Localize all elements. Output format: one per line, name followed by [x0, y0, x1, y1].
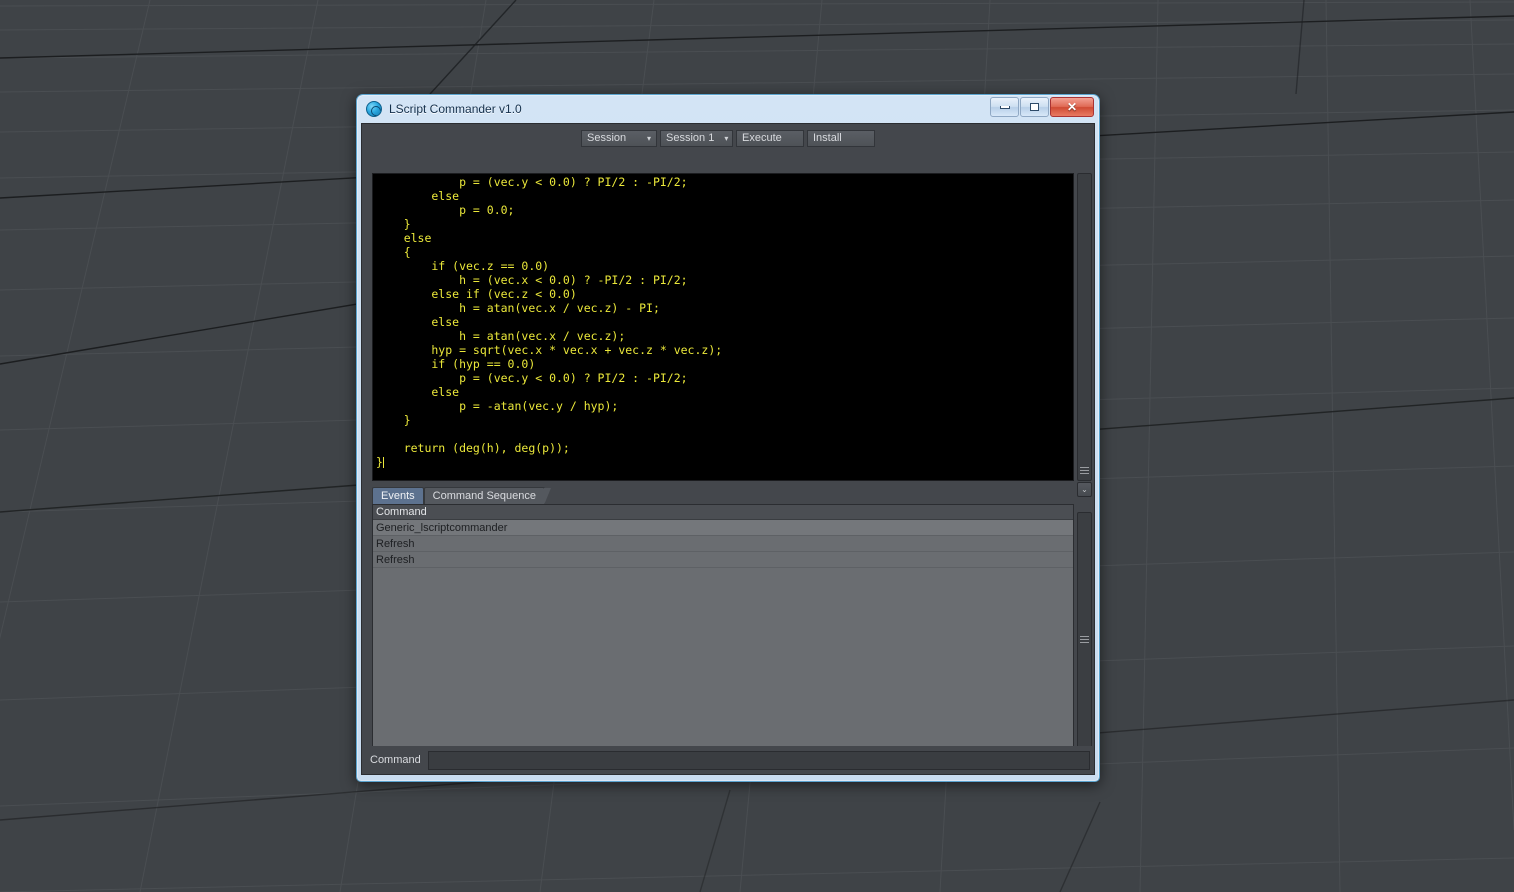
events-list-panel: Command Generic_lscriptcommander Refresh… — [372, 504, 1074, 767]
minimize-icon — [999, 105, 1010, 109]
window-controls: ✕ — [990, 97, 1094, 117]
window-titlebar[interactable]: LScript Commander v1.0 ✕ — [361, 95, 1095, 123]
session-select-dropdown[interactable]: Session 1 ▾ — [660, 129, 733, 147]
grip-lines-icon[interactable] — [1080, 634, 1089, 645]
script-editor-code[interactable]: p = (vec.y < 0.0) ? PI/2 : -PI/2; else p… — [373, 174, 1073, 469]
install-button[interactable]: Install — [807, 129, 875, 147]
toolbar: Session ▾ Session 1 ▾ Execute Install — [362, 124, 1094, 152]
chevron-down-icon: ▾ — [724, 133, 729, 143]
execute-button[interactable]: Execute — [736, 129, 804, 147]
column-header-command[interactable]: Command — [373, 505, 1073, 520]
editor-vertical-scrollbar[interactable] — [1077, 173, 1092, 481]
tab-command-sequence[interactable]: Command Sequence — [423, 487, 552, 505]
chevron-down-icon: ⌄ — [1081, 485, 1088, 494]
script-editor[interactable]: p = (vec.y < 0.0) ? PI/2 : -PI/2; else p… — [372, 173, 1074, 481]
window-title: LScript Commander v1.0 — [389, 102, 522, 116]
tab-events[interactable]: Events — [372, 487, 424, 504]
chevron-down-icon: ▾ — [646, 133, 651, 143]
editor-scroll-down-button[interactable]: ⌄ — [1077, 482, 1092, 497]
lscript-commander-window: LScript Commander v1.0 ✕ Session ▾ Sessi… — [356, 94, 1100, 782]
session-value: Session 1 — [666, 132, 715, 144]
command-label: Command — [370, 754, 421, 766]
close-button[interactable]: ✕ — [1050, 97, 1094, 117]
close-icon: ✕ — [1066, 100, 1078, 114]
command-input[interactable] — [427, 750, 1090, 770]
restore-button[interactable] — [1020, 97, 1049, 117]
list-item[interactable]: Generic_lscriptcommander — [373, 520, 1073, 536]
minimize-button[interactable] — [990, 97, 1019, 117]
session-type-dropdown[interactable]: Session ▾ — [581, 129, 657, 147]
command-bar: Command — [362, 746, 1094, 774]
lscript-spiral-icon — [366, 101, 382, 117]
session-type-value: Session — [587, 132, 627, 144]
list-item[interactable]: Refresh — [373, 536, 1073, 552]
restore-icon — [1030, 103, 1039, 111]
grip-lines-icon[interactable] — [1080, 465, 1089, 476]
list-vertical-scrollbar[interactable] — [1077, 512, 1092, 767]
list-item[interactable]: Refresh — [373, 552, 1073, 568]
text-caret — [382, 457, 384, 468]
panel-tabs: Events Command Sequence — [372, 487, 552, 505]
window-client-area: Session ▾ Session 1 ▾ Execute Install p … — [361, 123, 1095, 775]
